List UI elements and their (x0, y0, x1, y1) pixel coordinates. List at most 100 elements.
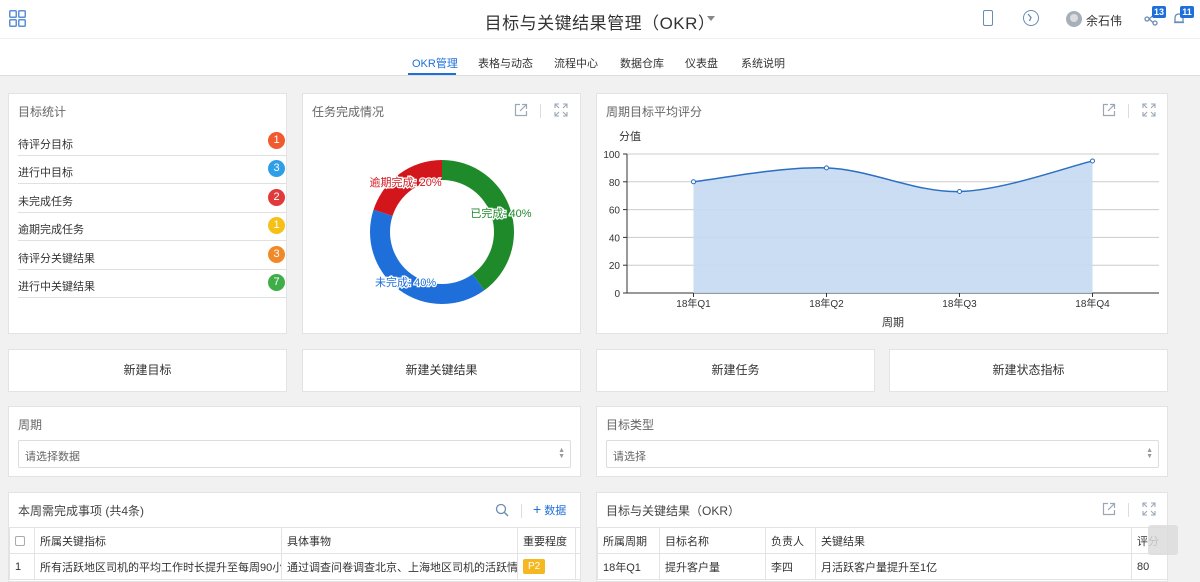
avatar[interactable] (1066, 11, 1082, 27)
notification-count-badge: 11 (1180, 6, 1194, 18)
objective-stats-panel: 目标统计 待评分目标 1 进行中目标 3 未完成任务 2 逾期完成任务 1 待评… (8, 93, 287, 334)
objective-type-select[interactable]: 请选择 ▲ ▼ (606, 440, 1159, 468)
open-external-icon[interactable] (514, 103, 528, 117)
column-header[interactable]: 负责人 (765, 527, 816, 554)
stat-label: 进行中关键结果 (18, 281, 95, 293)
data-point (1090, 158, 1095, 164)
type-select-placeholder: 请选择 (613, 451, 646, 463)
table-row[interactable]: 1 所有活跃地区司机的平均工作时长提升至每周90小时 通过调查问卷调查北京、上海… (9, 553, 580, 580)
panel-title: 周期目标平均评分 (606, 105, 703, 119)
y-tick-label: 40 (609, 233, 621, 244)
nav-system-help[interactable]: 系统说明 (741, 55, 785, 71)
period-score-panel: 周期目标平均评分 分值 0 20 40 60 80 100 18年Q1 18年Q2 18年Q3 18… (596, 93, 1168, 334)
panel-title: 任务完成情况 (312, 105, 385, 119)
stat-row[interactable]: 逾期完成任务 1 (18, 213, 286, 241)
y-tick-label: 80 (609, 178, 621, 189)
x-tick-label: 18年Q1 (676, 297, 711, 310)
type-filter-panel: 目标类型 请选择 ▲ ▼ (596, 406, 1168, 477)
stat-count-badge: 7 (268, 274, 285, 291)
stat-row[interactable]: 进行中关键结果 7 (18, 270, 286, 298)
nav-active-indicator (408, 73, 456, 75)
floating-action-button[interactable] (1148, 525, 1178, 555)
new-status-metric-button[interactable]: 新建状态指标 (889, 349, 1168, 392)
table-header-row: 所属周期 目标名称 负责人 关键结果 评分 (597, 527, 1167, 554)
open-external-icon[interactable] (1102, 502, 1116, 516)
y-tick-label: 60 (609, 206, 621, 217)
task-completion-panel: 任务完成情况 已完成: 40% 未完成: 40% 逾期完成: 20% (302, 93, 581, 334)
search-icon[interactable] (495, 503, 509, 517)
username[interactable]: 余石伟 (1086, 12, 1122, 29)
donut-slice-label: 已完成: 40% (470, 206, 531, 220)
stat-count-badge: 3 (268, 160, 285, 177)
icon-separator (1128, 503, 1129, 517)
nav-data-warehouse[interactable]: 数据仓库 (620, 55, 664, 71)
fullscreen-icon[interactable] (1142, 103, 1156, 117)
x-tick-label: 18年Q4 (1075, 297, 1110, 310)
nav-process-center[interactable]: 流程中心 (554, 55, 598, 71)
stat-count-badge: 3 (268, 246, 285, 263)
icon-separator (540, 104, 541, 118)
table-header-row: 所属关键指标 具体事物 重要程度 (9, 527, 580, 554)
okr-panel: 目标与关键结果（OKR） 所属周期 目标名称 负责人 关键结果 评分 18年Q1… (596, 492, 1168, 582)
mobile-icon[interactable] (983, 10, 993, 26)
add-data-label: 数据 (544, 505, 567, 517)
fullscreen-icon[interactable] (554, 103, 568, 117)
key-indicator-cell: 所有活跃地区司机的平均工作时长提升至每周90小时 (34, 553, 282, 580)
stat-label: 待评分目标 (18, 139, 73, 151)
title-dropdown-caret-icon[interactable] (707, 16, 715, 21)
nav-tables-activity[interactable]: 表格与动态 (478, 55, 533, 71)
stat-count-badge: 2 (268, 189, 285, 206)
open-external-icon[interactable] (1102, 103, 1116, 117)
updown-arrow-icon: ▲ ▼ (1146, 447, 1153, 460)
nav-dashboard[interactable]: 仪表盘 (685, 55, 718, 71)
stat-row[interactable]: 进行中目标 3 (18, 156, 286, 184)
priority-badge: P2 (523, 559, 546, 574)
period-select[interactable]: 请选择数据 ▲ ▼ (18, 440, 571, 468)
priority-cell: P2 (517, 553, 576, 580)
nav-okr-management[interactable]: OKR管理 (412, 55, 458, 71)
stat-row[interactable]: 待评分目标 1 (18, 128, 286, 156)
stat-label: 未完成任务 (18, 196, 73, 208)
detail-cell: 通过调查问卷调查北京、上海地区司机的活跃情况 (281, 553, 518, 580)
column-header[interactable]: 目标名称 (659, 527, 766, 554)
period-filter-panel: 周期 请选择数据 ▲ ▼ (8, 406, 581, 477)
donut-slice-label: 未完成: 40% (375, 275, 436, 289)
table-row[interactable]: 18年Q1 提升客户量 李四 月活跃客户量提升至1亿 80 (597, 553, 1167, 580)
period-cell: 18年Q1 (597, 553, 660, 580)
column-header[interactable]: 重要程度 (517, 527, 576, 554)
y-axis-title: 分值 (619, 130, 641, 143)
new-objective-button[interactable]: 新建目标 (8, 349, 287, 392)
panel-title: 本周需完成事项 (共4条) (18, 504, 145, 518)
column-header[interactable]: 具体事物 (281, 527, 518, 554)
select-all-checkbox[interactable] (15, 535, 25, 546)
y-tick-label: 20 (609, 261, 621, 272)
data-point (957, 189, 962, 195)
compass-icon[interactable] (1023, 10, 1039, 26)
data-point (824, 165, 829, 171)
add-data-button[interactable]: + 数据 (533, 502, 566, 518)
stat-row[interactable]: 待评分关键结果 3 (18, 242, 286, 270)
stat-count-badge: 1 (268, 217, 285, 234)
weekly-tasks-table: 所属关键指标 具体事物 重要程度 1 所有活跃地区司机的平均工作时长提升至每周9… (9, 527, 580, 580)
fullscreen-icon[interactable] (1142, 502, 1156, 516)
new-key-result-button[interactable]: 新建关键结果 (302, 349, 581, 392)
score-cell: 80 (1131, 553, 1167, 580)
key-result-cell: 月活跃客户量提升至1亿 (815, 553, 1132, 580)
column-header[interactable]: 关键结果 (815, 527, 1132, 554)
top-bar: 目标与关键结果管理（OKR） 余石伟 13 11 (0, 0, 1200, 38)
new-task-button[interactable]: 新建任务 (596, 349, 875, 392)
stat-label: 待评分关键结果 (18, 253, 95, 265)
main-nav: OKR管理 表格与动态 流程中心 数据仓库 仪表盘 系统说明 (0, 38, 1200, 76)
score-area-chart: 分值 0 20 40 60 80 100 18年Q1 18年Q2 18年Q3 18年Q4 周期 (603, 130, 1159, 329)
type-filter-label: 目标类型 (606, 418, 655, 432)
stat-row[interactable]: 未完成任务 2 (18, 185, 286, 213)
y-tick-label: 100 (603, 150, 620, 161)
column-header[interactable]: 所属关键指标 (34, 527, 282, 554)
network-count-badge: 13 (1152, 6, 1167, 18)
column-header[interactable]: 所属周期 (597, 527, 660, 554)
column-header-overflow (575, 527, 580, 554)
x-tick-label: 18年Q2 (809, 297, 844, 310)
plus-icon: + (533, 501, 542, 517)
okr-table: 所属周期 目标名称 负责人 关键结果 评分 18年Q1 提升客户量 李四 月活跃… (597, 527, 1167, 580)
panel-title: 目标统计 (18, 105, 67, 119)
